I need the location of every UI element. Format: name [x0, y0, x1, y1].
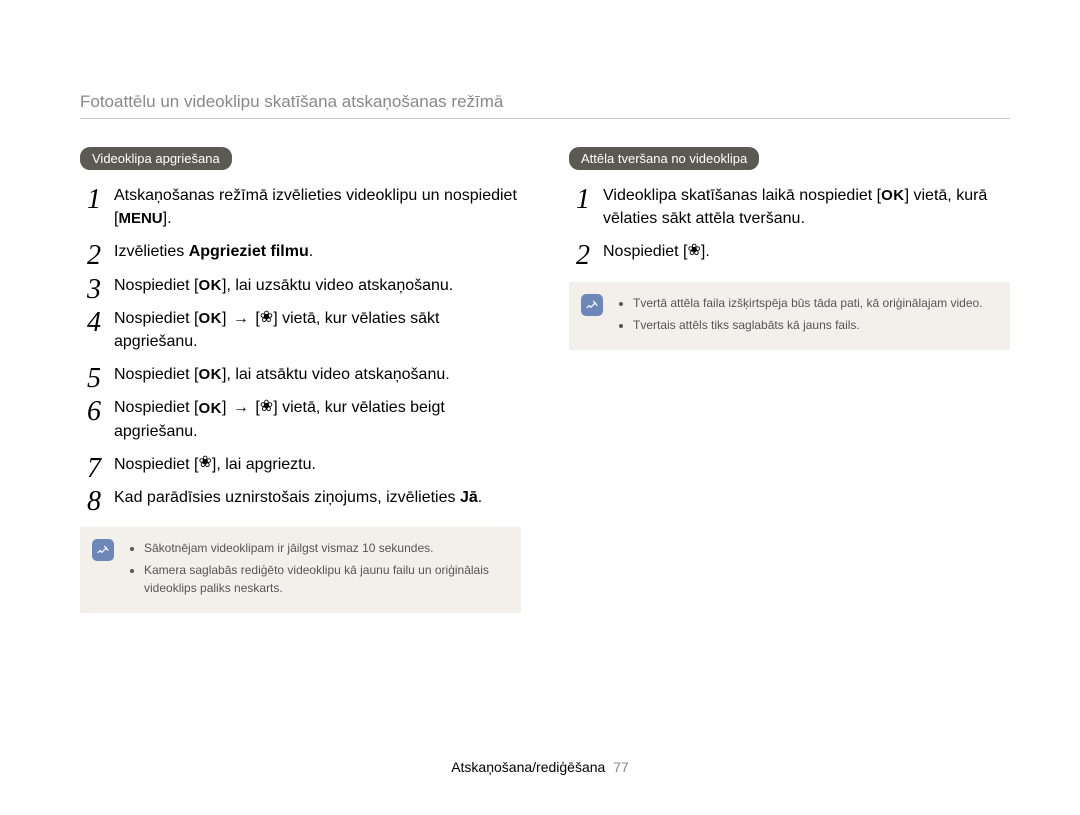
right-column: Attēla tveršana no videoklipa Videoklipa… [569, 147, 1010, 613]
section-pill-left: Videoklipa apgriešana [80, 147, 232, 170]
step-text: Nospiediet [OK], lai uzsāktu video atska… [114, 277, 453, 294]
flower-icon: ❀ [260, 310, 273, 326]
arrow-icon: → [231, 399, 251, 416]
ok-icon: OK [199, 278, 223, 293]
footer: Atskaņošana/rediģēšana 77 [0, 759, 1080, 775]
note-list-right: Tvertā attēla faila izšķirtspēja būs tād… [619, 294, 996, 334]
step-item: Videoklipa skatīšanas laikā nospiediet [… [569, 184, 1010, 230]
step-item: Atskaņošanas režīmā izvēlieties videokli… [80, 184, 521, 230]
flower-icon: ❀ [260, 399, 273, 415]
step-text: Atskaņošanas režīmā izvēlieties videokli… [114, 187, 517, 227]
step-item: Nospiediet [OK] → [❀] vietā, kur vēlatie… [80, 307, 521, 353]
step-text: Izvēlieties Apgrieziet filmu. [114, 243, 313, 260]
page-title: Fotoattēlu un videoklipu skatīšana atska… [80, 92, 1010, 119]
flower-icon: ❀ [199, 455, 212, 471]
info-icon [581, 294, 603, 316]
step-item: Nospiediet [OK], lai atsāktu video atska… [80, 363, 521, 386]
section-pill-right: Attēla tveršana no videoklipa [569, 147, 759, 170]
step-text: Videoklipa skatīšanas laikā nospiediet [… [603, 187, 987, 227]
note-box-left: Sākotnējam videoklipam ir jāilgst vismaz… [80, 527, 521, 613]
note-box-right: Tvertā attēla faila izšķirtspēja būs tād… [569, 282, 1010, 350]
step-text: Nospiediet [❀]. [603, 243, 710, 260]
step-item: Nospiediet [❀], lai apgrieztu. [80, 453, 521, 476]
right-steps: Videoklipa skatīšanas laikā nospiediet [… [569, 184, 1010, 264]
arrow-icon: → [231, 310, 251, 327]
flower-icon: ❀ [688, 243, 701, 259]
ok-icon: OK [199, 401, 223, 416]
note-item: Sākotnējam videoklipam ir jāilgst vismaz… [144, 539, 507, 557]
note-item: Kamera saglabās rediģēto videoklipu kā j… [144, 561, 507, 597]
step-text: Nospiediet [OK] → [❀] vietā, kur vēlatie… [114, 310, 439, 350]
ok-icon: OK [881, 188, 905, 203]
step-text: Kad parādīsies uznirstošais ziņojums, iz… [114, 489, 482, 506]
step-item: Kad parādīsies uznirstošais ziņojums, iz… [80, 486, 521, 509]
info-icon [92, 539, 114, 561]
note-list-left: Sākotnējam videoklipam ir jāilgst vismaz… [130, 539, 507, 597]
footer-page-number: 77 [613, 759, 629, 775]
step-item: Nospiediet [OK] → [❀] vietā, kur vēlatie… [80, 396, 521, 442]
step-item: Izvēlieties Apgrieziet filmu. [80, 240, 521, 263]
step-item: Nospiediet [❀]. [569, 240, 1010, 263]
left-column: Videoklipa apgriešana Atskaņošanas režīm… [80, 147, 521, 613]
ok-icon: OK [199, 311, 223, 326]
note-item: Tvertā attēla faila izšķirtspēja būs tād… [633, 294, 996, 312]
step-text: Nospiediet [OK], lai atsāktu video atska… [114, 366, 450, 383]
ok-icon: OK [199, 367, 223, 382]
step-item: Nospiediet [OK], lai uzsāktu video atska… [80, 274, 521, 297]
step-text: Nospiediet [❀], lai apgrieztu. [114, 456, 316, 473]
step-text: Nospiediet [OK] → [❀] vietā, kur vēlatie… [114, 399, 445, 439]
note-item: Tvertais attēls tiks saglabāts kā jauns … [633, 316, 996, 334]
left-steps: Atskaņošanas režīmā izvēlieties videokli… [80, 184, 521, 509]
footer-section: Atskaņošana/rediģēšana [451, 759, 605, 775]
menu-icon: MENU [118, 211, 162, 226]
